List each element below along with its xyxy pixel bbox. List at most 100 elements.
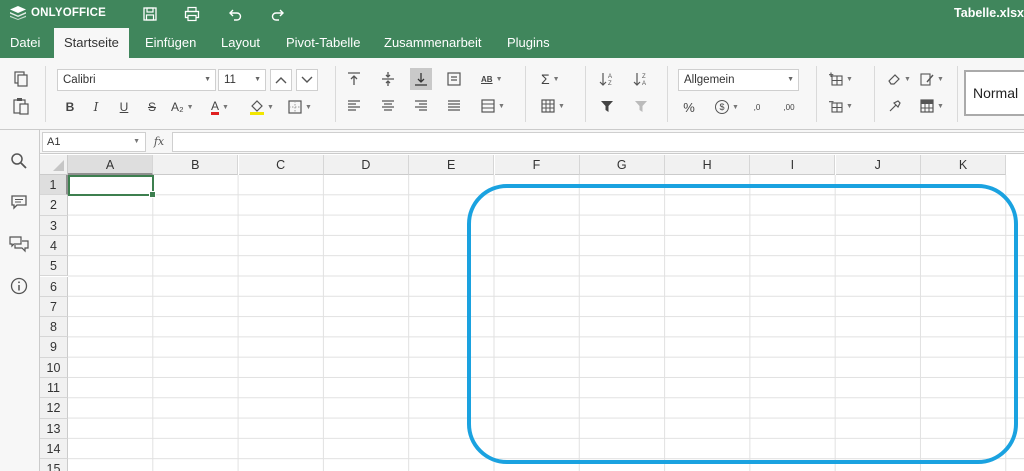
conditional-formatting-button[interactable]: ▼ bbox=[917, 68, 951, 90]
onlyoffice-logo: ONLYOFFICE bbox=[10, 6, 106, 20]
sort-descending-icon[interactable]: Z A bbox=[630, 68, 652, 90]
clear-filter-icon[interactable] bbox=[630, 95, 652, 117]
currency-button[interactable]: $ ▼ bbox=[712, 96, 746, 118]
decrease-font-button[interactable] bbox=[296, 69, 318, 91]
chevron-down-icon: ▼ bbox=[204, 76, 211, 83]
insert-function-button[interactable]: fx bbox=[148, 132, 170, 152]
column-header-f[interactable]: F bbox=[494, 155, 580, 175]
spreadsheet-grid[interactable]: ABCDEFGHIJK 1 2 3 4 5 6 7 8 9 10 11 12 13 14 15 bbox=[40, 155, 1024, 471]
increase-font-button[interactable] bbox=[270, 69, 292, 91]
table-style-button[interactable]: ▼ bbox=[917, 95, 951, 117]
table-icon bbox=[541, 99, 555, 113]
row-header-7[interactable]: 7 bbox=[40, 296, 68, 318]
delete-cells-icon bbox=[829, 101, 843, 113]
redo-icon[interactable] bbox=[269, 5, 287, 23]
borders-button[interactable]: ▼ bbox=[285, 96, 319, 118]
font-color-label: A bbox=[211, 98, 220, 115]
column-header-j[interactable]: J bbox=[835, 155, 921, 175]
save-icon[interactable] bbox=[141, 5, 159, 23]
justify-icon[interactable] bbox=[443, 95, 465, 117]
wrap-text-button[interactable]: AB ▼ bbox=[478, 68, 512, 90]
delete-cells-button[interactable]: ▼ bbox=[826, 95, 860, 117]
column-header-k[interactable]: K bbox=[921, 155, 1006, 175]
tab-startseite[interactable]: Startseite bbox=[54, 28, 129, 58]
percent-button[interactable]: % bbox=[678, 96, 700, 118]
column-header-d[interactable]: D bbox=[323, 155, 409, 175]
search-icon[interactable] bbox=[9, 151, 29, 171]
row-header-14[interactable]: 14 bbox=[40, 438, 68, 460]
info-icon[interactable] bbox=[9, 276, 29, 296]
row-header-12[interactable]: 12 bbox=[40, 398, 68, 419]
cell-area[interactable] bbox=[68, 175, 1024, 471]
bold-button[interactable]: B bbox=[59, 96, 81, 118]
font-name-combo[interactable]: Calibri ▼ bbox=[57, 69, 216, 91]
row-header-3[interactable]: 3 bbox=[40, 215, 68, 236]
row-header-11[interactable]: 11 bbox=[40, 378, 68, 399]
formula-input[interactable] bbox=[172, 132, 1024, 152]
align-left-icon[interactable] bbox=[343, 95, 365, 117]
title-bar: ONLYOFFICE Tabelle.xlsx bbox=[0, 0, 1024, 28]
row-header-5[interactable]: 5 bbox=[40, 256, 68, 277]
select-all-corner[interactable] bbox=[40, 155, 68, 175]
row-header-1[interactable]: 1 bbox=[40, 175, 68, 196]
filter-icon[interactable] bbox=[596, 95, 618, 117]
column-header-b[interactable]: B bbox=[153, 155, 239, 175]
align-bottom-button[interactable] bbox=[410, 68, 432, 90]
autosum-button[interactable]: Σ ▼ bbox=[538, 68, 572, 90]
chat-icon[interactable] bbox=[9, 234, 29, 254]
merge-cells-button[interactable]: ▼ bbox=[478, 95, 512, 117]
row-header-4[interactable]: 4 bbox=[40, 235, 68, 257]
paste-icon[interactable] bbox=[10, 95, 32, 117]
comment-icon[interactable] bbox=[9, 192, 29, 212]
font-color-button[interactable]: A ▼ bbox=[208, 96, 242, 118]
italic-button[interactable]: I bbox=[85, 96, 107, 118]
active-cell-a1[interactable] bbox=[68, 175, 156, 198]
row-header-10[interactable]: 10 bbox=[40, 357, 68, 378]
column-header-h[interactable]: H bbox=[665, 155, 751, 175]
fill-color-button[interactable]: ▼ bbox=[247, 96, 281, 118]
row-header-15[interactable]: 15 bbox=[40, 459, 68, 471]
tab-layout[interactable]: Layout bbox=[211, 28, 270, 58]
print-icon[interactable] bbox=[183, 5, 201, 23]
font-size-combo[interactable]: 11 ▼ bbox=[218, 69, 266, 91]
name-box[interactable]: A1 ▼ bbox=[42, 132, 146, 152]
tab-pivot-tabelle[interactable]: Pivot-Tabelle bbox=[276, 28, 370, 58]
decrease-decimal-button[interactable]: ,0 bbox=[746, 96, 768, 118]
tab-datei[interactable]: Datei bbox=[0, 28, 50, 58]
formula-bar: A1 ▼ fx bbox=[40, 130, 1024, 154]
column-header-i[interactable]: I bbox=[750, 155, 836, 175]
tab-einfuegen[interactable]: Einfügen bbox=[135, 28, 206, 58]
column-header-c[interactable]: C bbox=[238, 155, 324, 175]
column-header-e[interactable]: E bbox=[409, 155, 495, 175]
chevron-down-icon: ▼ bbox=[552, 75, 560, 83]
tab-zusammenarbeit[interactable]: Zusammenarbeit bbox=[374, 28, 492, 58]
number-format-combo[interactable]: Allgemein ▼ bbox=[678, 69, 799, 91]
column-header-a[interactable]: A bbox=[68, 155, 153, 175]
undo-icon[interactable] bbox=[226, 5, 244, 23]
orientation-icon[interactable] bbox=[443, 68, 465, 90]
chevron-down-icon: ▼ bbox=[498, 102, 505, 110]
copy-icon[interactable] bbox=[10, 68, 32, 90]
format-as-table-button[interactable]: ▼ bbox=[538, 95, 572, 117]
align-top-icon[interactable] bbox=[343, 68, 365, 90]
row-header-13[interactable]: 13 bbox=[40, 418, 68, 439]
clear-button[interactable]: ▼ bbox=[884, 68, 918, 90]
increase-decimal-button[interactable]: ,00 bbox=[778, 96, 800, 118]
insert-cells-button[interactable]: ▼ bbox=[826, 68, 860, 90]
align-center-icon[interactable] bbox=[377, 95, 399, 117]
sort-ascending-icon[interactable]: A Z bbox=[596, 68, 618, 90]
separator bbox=[816, 66, 817, 122]
row-header-9[interactable]: 9 bbox=[40, 337, 68, 358]
align-right-icon[interactable] bbox=[410, 95, 432, 117]
column-header-g[interactable]: G bbox=[579, 155, 665, 175]
cell-style-normal[interactable]: Normal bbox=[964, 70, 1024, 116]
align-middle-icon[interactable] bbox=[377, 68, 399, 90]
underline-button[interactable]: U bbox=[113, 96, 135, 118]
subscript-button[interactable]: A₂ ▼ bbox=[168, 96, 202, 118]
row-header-2[interactable]: 2 bbox=[40, 195, 68, 216]
copy-style-icon[interactable] bbox=[884, 95, 906, 117]
strikethrough-button[interactable]: S bbox=[141, 96, 163, 118]
row-header-8[interactable]: 8 bbox=[40, 317, 68, 338]
tab-plugins[interactable]: Plugins bbox=[497, 28, 560, 58]
row-header-6[interactable]: 6 bbox=[40, 276, 68, 297]
